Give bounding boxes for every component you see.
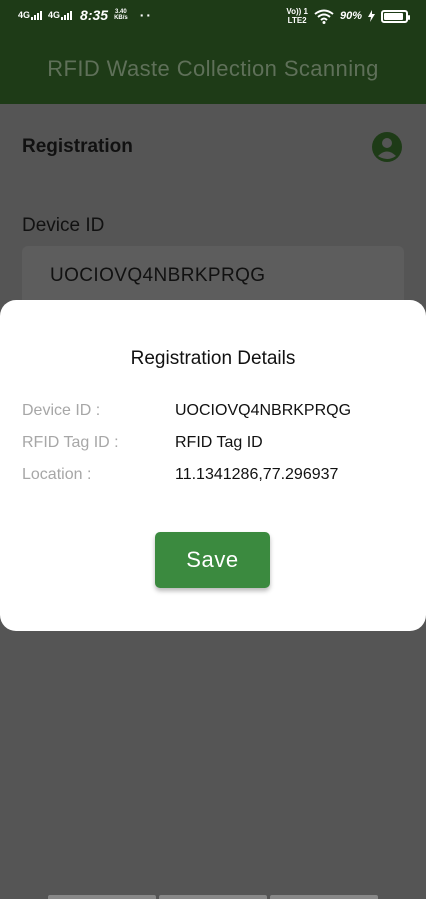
detail-label: RFID Tag ID : — [22, 434, 119, 451]
save-button[interactable]: Save — [155, 532, 270, 588]
notification-dots: ·· — [139, 7, 154, 23]
network-speed-unit: KB/s — [114, 15, 128, 21]
device-id-label: Device ID — [22, 215, 105, 236]
network-type-2: 4G — [48, 9, 61, 20]
bottom-tab[interactable] — [48, 895, 156, 899]
volte-label: Vo)) 1 — [286, 7, 308, 16]
status-bar-left: 4G 4G 8:35 3.40 KB/s ·· — [18, 7, 153, 23]
network-signal-2: 4G — [48, 9, 73, 20]
detail-value: RFID Tag ID — [175, 434, 263, 451]
battery-icon — [381, 9, 410, 23]
lte-label: LTE2 — [287, 16, 307, 25]
detail-label: Location : — [22, 466, 92, 483]
network-speed: 3.40 KB/s — [114, 9, 128, 21]
status-bar: 4G 4G 8:35 3.40 KB/s ·· Vo)) 1 LTE2 90% — [0, 0, 426, 34]
battery-percent: 90% — [339, 10, 362, 22]
signal-bars-icon — [31, 10, 43, 20]
bottom-tab[interactable] — [270, 895, 378, 899]
network-type-1: 4G — [18, 9, 31, 20]
app-bar: RFID Waste Collection Scanning — [0, 34, 426, 104]
device-id-value: UOCIOVQ4NBRKPRQG — [50, 265, 266, 286]
detail-value: 11.1341286,77.296937 — [175, 466, 339, 483]
detail-value: UOCIOVQ4NBRKPRQG — [175, 402, 352, 419]
status-bar-right: Vo)) 1 LTE2 90% — [286, 7, 410, 25]
wifi-icon — [314, 9, 334, 24]
network-signal-1: 4G — [18, 9, 43, 20]
bottom-tab-bar — [48, 895, 378, 899]
battery-level — [384, 12, 403, 20]
clock: 8:35 — [80, 7, 109, 23]
bottom-tab[interactable] — [159, 895, 267, 899]
signal-bars-icon — [61, 10, 73, 20]
volte-indicator: Vo)) 1 LTE2 — [286, 7, 308, 25]
account-circle-icon[interactable] — [371, 131, 403, 163]
detail-label: Device ID : — [22, 402, 101, 419]
registration-details-dialog: Registration Details Device ID : UOCIOVQ… — [0, 300, 426, 631]
app-title: RFID Waste Collection Scanning — [47, 56, 379, 81]
dialog-title: Registration Details — [130, 348, 296, 369]
registration-heading: Registration — [22, 136, 133, 157]
charging-icon — [368, 10, 375, 22]
